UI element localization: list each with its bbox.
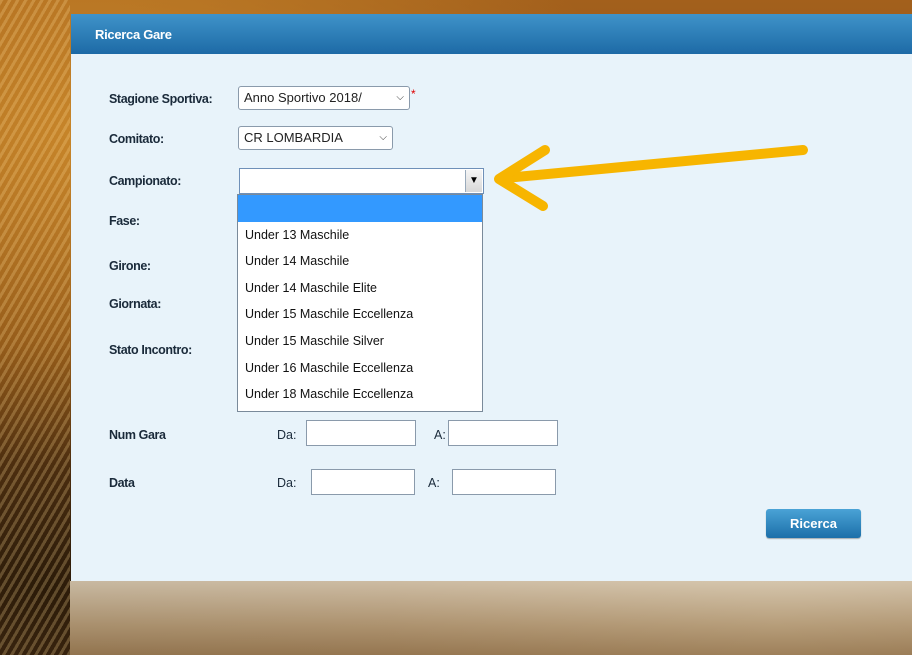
chevron-down-icon: ⌵ xyxy=(379,132,387,143)
stagione-label: Stagione Sportiva: xyxy=(109,92,213,106)
chevron-down-icon[interactable]: ▼ xyxy=(465,170,482,192)
data-label: Data xyxy=(109,476,135,490)
num-gara-label: Num Gara xyxy=(109,428,166,442)
giornata-label: Giornata: xyxy=(109,297,161,311)
num-gara-da-label: Da: xyxy=(277,428,297,442)
num-gara-a-label: A: xyxy=(434,428,446,442)
stagione-value: Anno Sportivo 2018/ xyxy=(244,90,362,105)
search-button[interactable]: Ricerca xyxy=(766,509,861,538)
campionato-value xyxy=(240,173,245,188)
data-da-label: Da: xyxy=(277,476,297,490)
comitato-label: Comitato: xyxy=(109,132,164,146)
search-panel: Ricerca Gare Stagione Sportiva: Anno Spo… xyxy=(71,14,912,581)
num-gara-da-input[interactable] xyxy=(306,420,416,446)
campionato-label: Campionato: xyxy=(109,174,181,188)
required-mark: * xyxy=(411,87,416,101)
dropdown-option[interactable]: Under 13 Maschile xyxy=(238,222,482,249)
stagione-select[interactable]: Anno Sportivo 2018/ ⌵ xyxy=(238,86,410,110)
dropdown-option[interactable]: Under 18 Maschile Eccellenza xyxy=(238,381,482,408)
campionato-select[interactable]: ▼ xyxy=(239,168,484,194)
comitato-select[interactable]: CR LOMBARDIA ⌵ xyxy=(238,126,393,150)
chevron-down-icon: ⌵ xyxy=(396,92,404,103)
dropdown-option[interactable]: Under 14 Maschile Elite xyxy=(238,275,482,302)
dropdown-option[interactable] xyxy=(238,195,482,222)
arrow-pointer-icon xyxy=(494,145,808,211)
girone-label: Girone: xyxy=(109,259,151,273)
num-gara-a-input[interactable] xyxy=(448,420,558,446)
data-a-label: A: xyxy=(428,476,440,490)
data-a-input[interactable] xyxy=(452,469,556,495)
comitato-value: CR LOMBARDIA xyxy=(244,130,343,145)
dropdown-option[interactable]: Under 14 Maschile xyxy=(238,248,482,275)
campionato-dropdown-list[interactable]: Under 13 Maschile Under 14 Maschile Unde… xyxy=(237,194,483,412)
fase-label: Fase: xyxy=(109,214,140,228)
dropdown-option[interactable]: Under 15 Maschile Eccellenza xyxy=(238,301,482,328)
dropdown-option[interactable]: Under 15 Maschile Silver xyxy=(238,328,482,355)
panel-title: Ricerca Gare xyxy=(95,27,172,42)
panel-header: Ricerca Gare xyxy=(71,14,912,54)
background-decoration xyxy=(0,0,70,655)
background-decoration-bottom xyxy=(70,581,912,655)
dropdown-option[interactable]: Under 16 Maschile Eccellenza xyxy=(238,355,482,382)
data-da-input[interactable] xyxy=(311,469,415,495)
stato-incontro-label: Stato Incontro: xyxy=(109,343,192,357)
